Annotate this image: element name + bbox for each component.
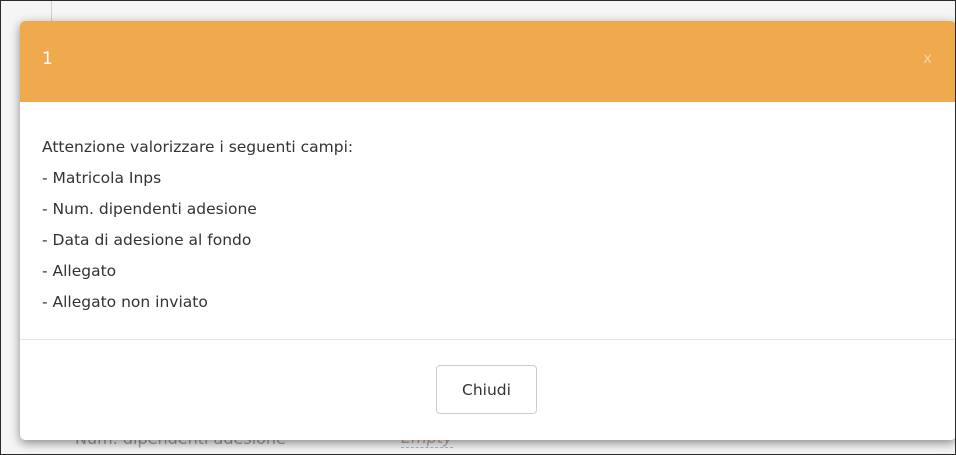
alert-dialog: 1 x Attenzione valorizzare i seguenti ca… [20,21,955,440]
dialog-title: 1 [42,49,53,69]
message-line: - Allegato non inviato [42,293,208,311]
message-line: - Allegato [42,262,117,280]
message-line: - Matricola Inps [42,169,162,187]
message-line: Attenzione valorizzare i seguenti campi: [42,138,354,156]
message-line: - Data di adesione al fondo [42,231,252,249]
dialog-body: Attenzione valorizzare i seguenti campi:… [20,102,955,339]
message-line: - Num. dipendenti adesione [42,200,257,218]
page-background: Num. dipendenti adesione Empty 1 x Atten… [0,0,956,455]
background-divider [51,1,52,21]
dialog-footer: Chiudi [20,340,955,440]
close-icon[interactable]: x [923,49,932,67]
close-button[interactable]: Chiudi [436,365,537,414]
dialog-header: 1 x [20,21,955,102]
